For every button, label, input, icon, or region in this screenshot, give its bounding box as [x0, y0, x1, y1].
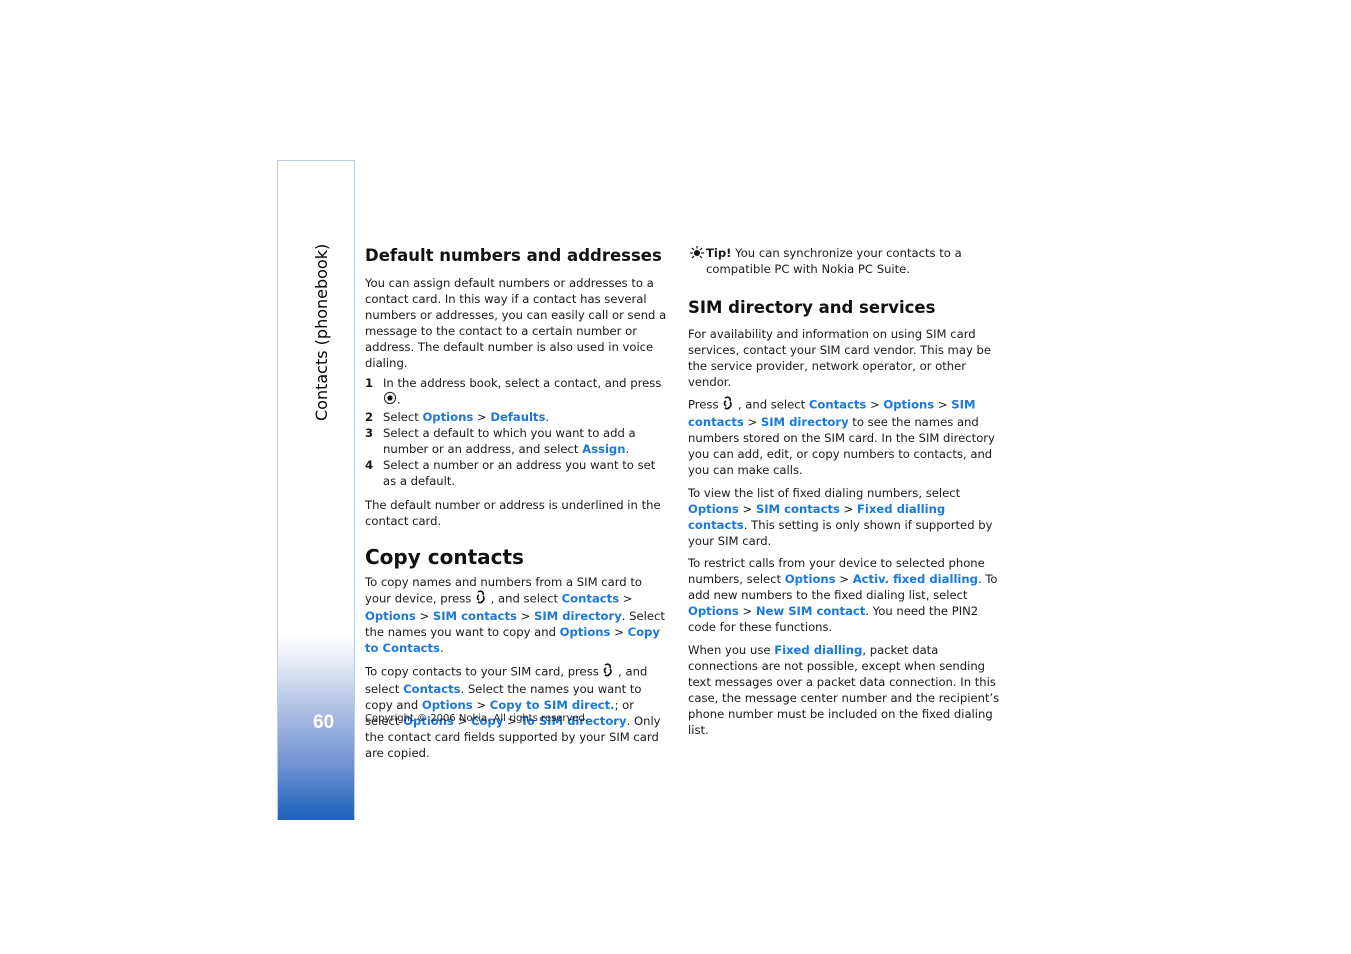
link-contacts[interactable]: Contacts [562, 592, 619, 606]
section-title-wrap: Contacts (phonebook) [312, 244, 342, 601]
step-text: Select a number or an address you want t… [383, 458, 656, 488]
step-number: 1 [365, 376, 374, 390]
default-numbers-steps: 1 In the address book, select a contact,… [365, 375, 670, 489]
step-2: 2 Select Options > Defaults. [365, 409, 670, 425]
sim-directory-paragraph-2: Press , and select Contacts > Options > … [688, 396, 1000, 478]
step-text: In the address book, select a contact, a… [383, 376, 662, 390]
step-text-after: . [397, 392, 401, 407]
tip-label: Tip! [706, 246, 732, 260]
heading-default-numbers: Default numbers and addresses [365, 246, 662, 265]
separator: > [866, 397, 884, 412]
section-title: Contacts (phonebook) [312, 243, 331, 421]
sim-directory-paragraph-5: When you use Fixed dialling, packet data… [688, 642, 1000, 738]
separator: > [415, 609, 433, 623]
link-activ-fixed-dialling[interactable]: Activ. fixed dialling [853, 572, 978, 586]
link-sim-contacts[interactable]: SIM contacts [433, 609, 517, 623]
link-sim-directory[interactable]: SIM directory [534, 609, 622, 623]
separator: > [610, 625, 628, 639]
link-options[interactable]: Options [688, 604, 739, 618]
heading-copy-contacts: Copy contacts [365, 545, 524, 569]
text: , and select [486, 591, 562, 606]
text: To view the list of fixed dialing number… [688, 486, 961, 500]
link-new-sim-contact[interactable]: New SIM contact [756, 604, 865, 618]
link-contacts[interactable]: Contacts [403, 682, 460, 696]
text: Press [688, 397, 723, 412]
separator: > [738, 604, 756, 618]
default-numbers-intro: You can assign default numbers or addres… [365, 276, 667, 370]
step-text-after: . [545, 410, 550, 424]
right-column: Tip! You can synchronize your contacts t… [688, 245, 1000, 738]
separator: > [516, 609, 534, 623]
link-assign[interactable]: Assign [582, 442, 625, 456]
left-column: Default numbers and addresses You can as… [365, 245, 670, 761]
copyright-notice: Copyright © 2006 Nokia. All rights reser… [365, 713, 589, 724]
link-defaults[interactable]: Defaults [490, 410, 545, 424]
page-number: 60 [313, 712, 335, 733]
separator: > [839, 502, 857, 516]
link-copy-to-sim-direct[interactable]: Copy to SIM direct. [490, 698, 615, 712]
separator: > [738, 502, 756, 516]
copy-contacts-paragraph-2: To copy contacts to your SIM card, press… [365, 663, 670, 761]
text: , and select [734, 397, 809, 412]
separator: > [743, 415, 761, 429]
menu-key-icon [722, 396, 734, 414]
sim-directory-paragraph-1: For availability and information on usin… [688, 327, 991, 389]
copy-contacts-paragraph-1: To copy names and numbers from a SIM car… [365, 574, 670, 656]
link-options[interactable]: Options [560, 625, 611, 639]
link-options[interactable]: Options [785, 572, 836, 586]
step-text: Select [383, 410, 423, 424]
link-sim-directory[interactable]: SIM directory [761, 415, 849, 429]
step-number: 4 [365, 458, 374, 472]
link-sim-contacts[interactable]: SIM contacts [756, 502, 840, 516]
separator: > [934, 397, 952, 412]
default-numbers-outro: The default number or address is underli… [365, 498, 661, 528]
text: , packet data connections are not possib… [688, 643, 1000, 737]
separator: > [472, 698, 490, 712]
sim-directory-paragraph-4: To restrict calls from your device to se… [688, 555, 1000, 635]
menu-key-icon [602, 663, 614, 681]
separator: > [619, 591, 633, 606]
separator: > [835, 572, 853, 586]
step-4: 4 Select a number or an address you want… [365, 457, 670, 489]
text: When you use [688, 643, 775, 657]
step-1: 1 In the address book, select a contact,… [365, 375, 670, 409]
menu-key-icon [475, 590, 487, 608]
step-3: 3 Select a default to which you want to … [365, 425, 670, 457]
tip-box: Tip! You can synchronize your contacts t… [688, 245, 1000, 277]
step-text-after: . [625, 442, 630, 456]
step-number: 3 [365, 426, 374, 440]
text: To copy contacts to your SIM card, press [365, 664, 603, 679]
link-contacts[interactable]: Contacts [809, 398, 866, 412]
link-options[interactable]: Options [365, 609, 416, 623]
step-number: 2 [365, 410, 374, 424]
link-options[interactable]: Options [422, 698, 473, 712]
text: . [439, 641, 444, 655]
lightbulb-tip-icon [688, 246, 706, 264]
navi-key-press-icon [383, 391, 397, 409]
separator: > [473, 410, 491, 424]
heading-sim-directory: SIM directory and services [688, 298, 936, 317]
link-fixed-dialling[interactable]: Fixed dialling [774, 643, 862, 657]
link-options[interactable]: Options [883, 398, 934, 412]
link-options[interactable]: Options [688, 502, 739, 516]
link-options[interactable]: Options [422, 410, 473, 424]
sim-directory-paragraph-3: To view the list of fixed dialing number… [688, 485, 1000, 549]
tip-text: You can synchronize your contacts to a c… [706, 246, 962, 276]
